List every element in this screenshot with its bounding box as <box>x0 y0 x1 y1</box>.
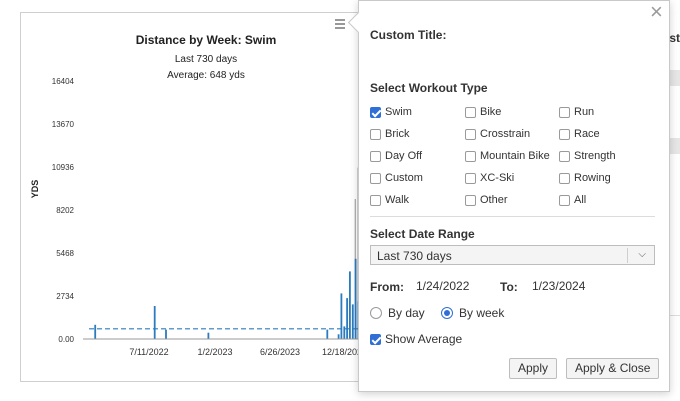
bar-primary <box>354 258 357 339</box>
workout-type-brick[interactable]: Brick <box>370 128 409 140</box>
bar-primary <box>346 298 348 339</box>
y-tick-label: 10936 <box>52 163 75 172</box>
radio-circle <box>370 307 382 319</box>
to-date-field[interactable]: 1/23/2024 <box>532 279 585 293</box>
checkbox-box <box>465 194 476 206</box>
by-week-label: By week <box>459 306 505 320</box>
bar-primary <box>165 329 167 339</box>
workout-type-other[interactable]: Other <box>465 194 508 206</box>
section-divider <box>370 216 655 217</box>
checkbox-box <box>370 128 381 140</box>
y-tick-label: 8202 <box>56 206 74 215</box>
chart-subtitle-average: Average: 648 yds <box>167 70 245 81</box>
checkbox-box <box>559 128 570 140</box>
chevron-down-icon: ⌵ <box>638 249 646 260</box>
bar-primary <box>207 332 210 339</box>
chart-menu-icon[interactable] <box>334 18 348 30</box>
x-tick-label: 7/11/2022 <box>129 347 168 357</box>
workout-type-mountain-bike[interactable]: Mountain Bike <box>465 150 550 162</box>
by-day-label: By day <box>388 306 425 320</box>
workout-type-label: Brick <box>385 128 410 140</box>
workout-type-label: Bike <box>480 106 502 118</box>
checkbox-box <box>370 194 381 206</box>
workout-type-walk[interactable]: Walk <box>370 194 409 206</box>
bar-primary <box>153 306 156 339</box>
chart-panel: Distance by Week: Swim Last 730 days Ave… <box>20 12 390 382</box>
checkbox-box-checked <box>370 333 381 345</box>
workout-type-label: Run <box>574 106 595 118</box>
workout-type-label: XC-Ski <box>480 172 515 184</box>
bar-primary <box>351 304 354 339</box>
workout-type-crosstrain[interactable]: Crosstrain <box>465 128 530 140</box>
checkbox-box <box>370 150 381 162</box>
close-icon[interactable]: × <box>650 1 663 23</box>
chart-settings-popup: × Custom Title: Select Workout Type Swim… <box>347 0 670 392</box>
apply-close-button[interactable]: Apply & Close <box>566 358 660 379</box>
y-tick-label: 5468 <box>56 249 74 258</box>
workout-type-label: Race <box>574 128 600 140</box>
workout-type-label: Other <box>480 194 508 206</box>
bar-primary <box>340 293 343 339</box>
checkbox-box <box>465 150 476 162</box>
radio-circle-selected <box>441 307 453 319</box>
workout-type-custom[interactable]: Custom <box>370 172 423 184</box>
date-range-value: Last 730 days <box>377 249 452 263</box>
checkbox-box <box>559 150 570 162</box>
checkbox-box <box>559 172 570 184</box>
workout-type-label: All <box>574 194 587 206</box>
checkbox-box <box>559 106 570 118</box>
from-date-field[interactable]: 1/24/2022 <box>416 279 469 293</box>
workout-type-label: Rowing <box>574 172 611 184</box>
workout-type-all[interactable]: All <box>559 194 586 206</box>
workout-type-rowing[interactable]: Rowing <box>559 172 611 184</box>
date-range-heading: Select Date Range <box>370 227 475 241</box>
y-tick-label: 16404 <box>52 77 75 86</box>
workout-type-day-off[interactable]: Day Off <box>370 150 422 162</box>
y-tick-label: 2734 <box>56 292 74 301</box>
workout-type-bike[interactable]: Bike <box>465 106 501 118</box>
checkbox-box <box>370 172 381 184</box>
workout-type-label: Walk <box>385 194 410 206</box>
workout-type-race[interactable]: Race <box>559 128 600 140</box>
workout-type-heading: Select Workout Type <box>370 81 488 95</box>
y-tick-label: 0.00 <box>58 335 74 344</box>
custom-title-label: Custom Title: <box>370 28 447 42</box>
checkbox-box <box>559 194 570 206</box>
chart-subtitle-range: Last 730 days <box>175 54 237 65</box>
chart-svg: Distance by Week: Swim Last 730 days Ave… <box>30 18 389 357</box>
workout-type-label: Swim <box>385 106 412 118</box>
checkbox-box <box>465 128 476 140</box>
select-separator <box>627 248 628 263</box>
show-average-label: Show Average <box>385 332 463 346</box>
checkbox-box <box>465 172 476 184</box>
workout-type-xc-ski[interactable]: XC-Ski <box>465 172 514 184</box>
workout-type-label: Day Off <box>385 150 423 162</box>
workout-type-label: Mountain Bike <box>480 150 550 162</box>
y-tick-label: 13670 <box>52 120 75 129</box>
workout-type-run[interactable]: Run <box>559 106 594 118</box>
workout-type-strength[interactable]: Strength <box>559 150 616 162</box>
checkbox-box-checked <box>370 106 381 118</box>
y-axis-label: YDS <box>30 180 40 199</box>
chart-title: Distance by Week: Swim <box>136 33 277 47</box>
apply-button[interactable]: Apply <box>509 358 558 379</box>
x-tick-label: 6/26/2023 <box>260 347 300 357</box>
by-week-radio[interactable]: By week <box>441 306 504 320</box>
bar-primary <box>343 326 346 339</box>
by-day-radio[interactable]: By day <box>370 306 425 320</box>
show-average-checkbox[interactable]: Show Average <box>370 332 462 346</box>
from-label: From: <box>370 280 404 294</box>
to-label: To: <box>500 280 518 294</box>
date-range-select[interactable]: Last 730 days ⌵ <box>370 245 655 265</box>
workout-type-label: Crosstrain <box>480 128 531 140</box>
workout-type-swim[interactable]: Swim <box>370 106 412 118</box>
workout-type-label: Strength <box>574 150 616 162</box>
bar-primary <box>94 324 97 339</box>
x-tick-label: 12/18/202 <box>322 347 362 357</box>
bar-primary <box>337 334 340 339</box>
x-tick-label: 1/2/2023 <box>197 347 232 357</box>
workout-type-label: Custom <box>385 172 423 184</box>
checkbox-box <box>465 106 476 118</box>
bar-primary <box>326 329 329 339</box>
